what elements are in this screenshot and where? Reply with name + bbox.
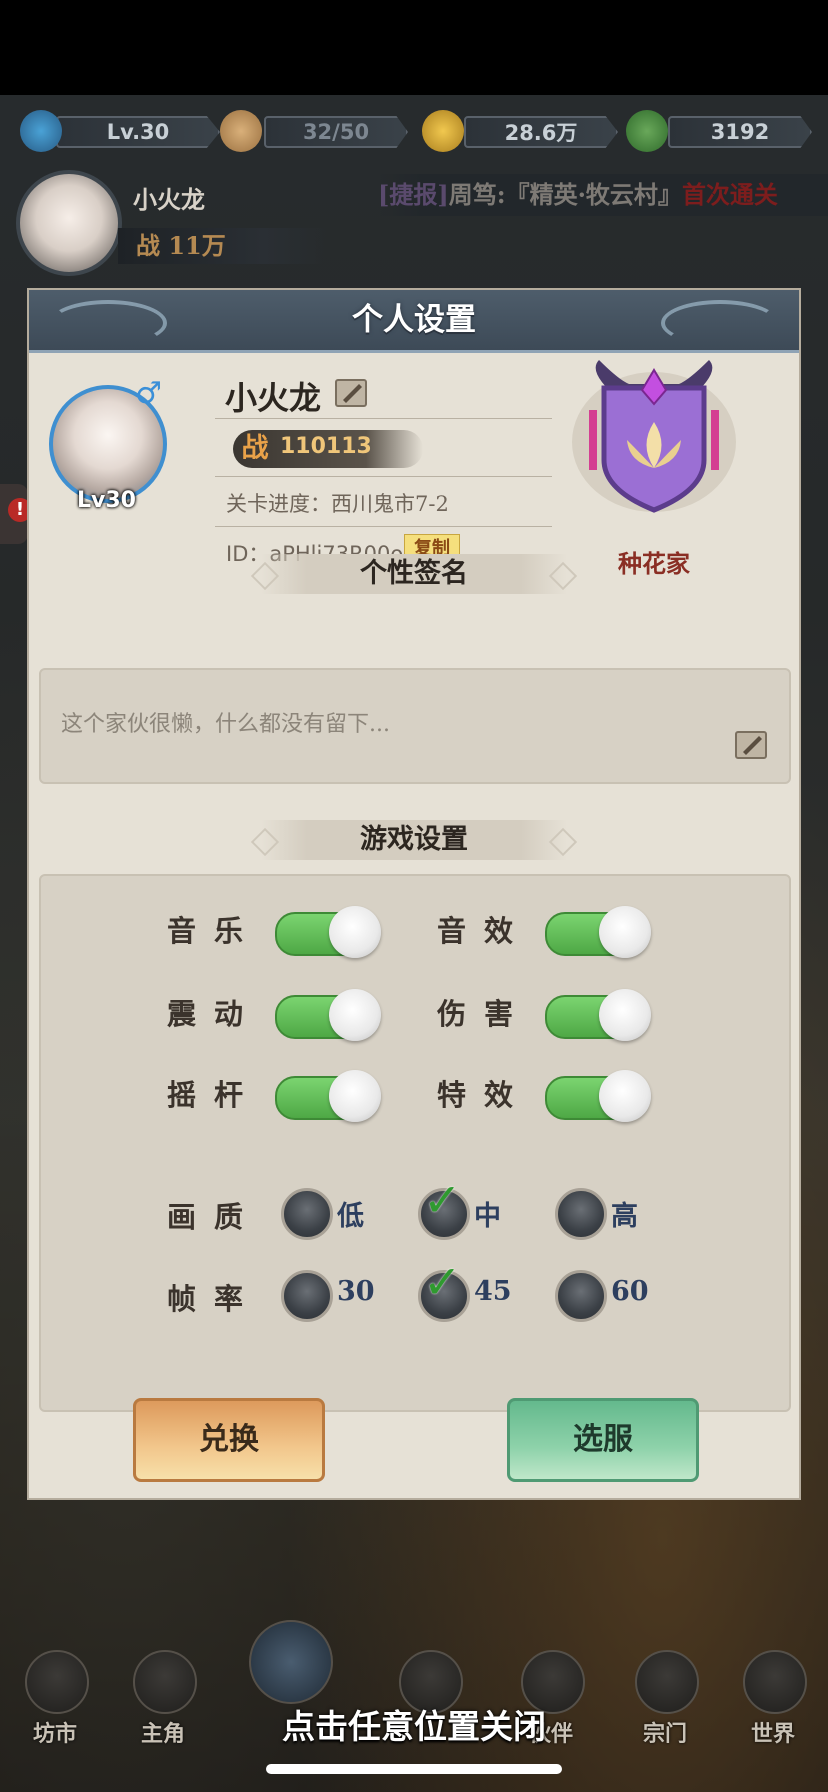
stage-progress: 关卡进度：西川鬼市7-2 [226, 492, 449, 516]
toggle-label-effects: 特效 [437, 1078, 532, 1112]
signature-text: 这个家伙很懒，什么都没有留下... [61, 712, 390, 737]
player-power-top: 战 11万 [118, 228, 326, 264]
toggle-knob [599, 989, 651, 1041]
power-value: 110113 [280, 434, 372, 459]
ticker-tag: [捷报] [378, 180, 449, 209]
damage-toggle[interactable] [545, 989, 651, 1041]
level-value: Lv.30 [56, 116, 220, 148]
select-server-button[interactable]: 选服 [507, 1398, 699, 1482]
vibration-toggle[interactable] [275, 989, 381, 1041]
close-hint: 点击任意位置关闭 [282, 1707, 546, 1746]
toggle-label-joystick: 摇杆 [167, 1078, 262, 1112]
exchange-button[interactable]: 兑换 [133, 1398, 325, 1482]
title-badge-label: 种花家 [618, 549, 690, 578]
player-name-top: 小火龙 [133, 185, 205, 214]
sfx-toggle[interactable] [545, 906, 651, 958]
power-label: 战 [241, 433, 269, 464]
fps-45-label: 45 [474, 1276, 512, 1307]
quality-medium-label: 中 [474, 1201, 501, 1232]
quality-medium-radio[interactable]: ✓ [418, 1177, 470, 1240]
game-settings-section-title: 游戏设置 [261, 820, 567, 860]
pavilion-icon [249, 1620, 333, 1704]
player-level: Lv30 [77, 488, 136, 513]
coin-icon [422, 110, 464, 152]
toggle-knob [329, 906, 381, 958]
settings-panel: 个人设置 ♂ Lv30 小火龙 战 110113 关卡进度：西川鬼市7-2 ID… [29, 290, 799, 1498]
effects-toggle[interactable] [545, 1070, 651, 1122]
news-ticker: [捷报]周笃:『精英·牧云村』首次通关 [378, 174, 828, 216]
leaves-value: 3192 [668, 116, 812, 148]
fps-30-radio[interactable] [281, 1270, 333, 1322]
quality-label: 画质 [167, 1200, 262, 1234]
ticker-tail: 首次通关 [681, 180, 778, 209]
male-icon: ♂ [135, 376, 162, 411]
panel-title: 个人设置 [352, 302, 476, 338]
edit-signature-icon[interactable] [733, 726, 769, 762]
quality-high-label: 高 [611, 1201, 638, 1232]
toggle-knob [329, 989, 381, 1041]
fps-30-label: 30 [337, 1276, 375, 1307]
quality-low-label: 低 [337, 1201, 364, 1232]
coins-value: 28.6万 [464, 116, 618, 148]
toggle-label-sfx: 音效 [437, 914, 532, 948]
quality-high-radio[interactable] [555, 1188, 607, 1240]
home-indicator[interactable] [266, 1764, 562, 1774]
framerate-label: 帧率 [167, 1282, 262, 1316]
bun-icon [220, 110, 262, 152]
signature-section-title: 个性签名 [261, 554, 567, 594]
ticker-text: 周笃:『精英·牧云村』 [448, 180, 682, 209]
checkmark-icon: ✓ [423, 1173, 462, 1227]
toggle-label-damage: 伤害 [437, 997, 532, 1031]
divider [215, 526, 552, 527]
joystick-toggle[interactable] [275, 1070, 381, 1122]
game-settings-box: 音乐 音效 震动 伤害 摇杆 特效 画质 低 ✓ 中 高 帧率 30 ✓ 45 … [39, 874, 791, 1412]
resource-coins[interactable]: 28.6万 [422, 110, 618, 152]
panel-header: 个人设置 [29, 290, 799, 353]
player-avatar-top[interactable] [16, 170, 122, 276]
edit-name-icon[interactable] [333, 374, 369, 410]
music-toggle[interactable] [275, 906, 381, 958]
resource-leaves[interactable]: 3192 [626, 110, 812, 152]
fps-45-radio[interactable]: ✓ [418, 1259, 470, 1322]
resource-stamina[interactable]: 32/50 [220, 110, 408, 152]
cloud-icon [20, 110, 62, 152]
toggle-knob [599, 1070, 651, 1122]
toggle-label-music: 音乐 [167, 914, 262, 948]
quality-low-radio[interactable] [281, 1188, 333, 1240]
player-name: 小火龙 [225, 379, 322, 417]
divider [215, 476, 552, 477]
fps-60-radio[interactable] [555, 1270, 607, 1322]
leaf-icon [626, 110, 668, 152]
stamina-value: 32/50 [264, 116, 408, 148]
divider [215, 418, 552, 419]
fps-60-label: 60 [611, 1276, 649, 1307]
title-badge-shield-icon[interactable] [569, 350, 739, 520]
checkmark-icon: ✓ [423, 1255, 462, 1309]
signature-box[interactable]: 这个家伙很懒，什么都没有留下... [39, 668, 791, 784]
resource-level[interactable]: Lv.30 [20, 110, 220, 152]
toggle-label-vibration: 震动 [167, 997, 262, 1031]
toggle-knob [599, 906, 651, 958]
toggle-knob [329, 1070, 381, 1122]
